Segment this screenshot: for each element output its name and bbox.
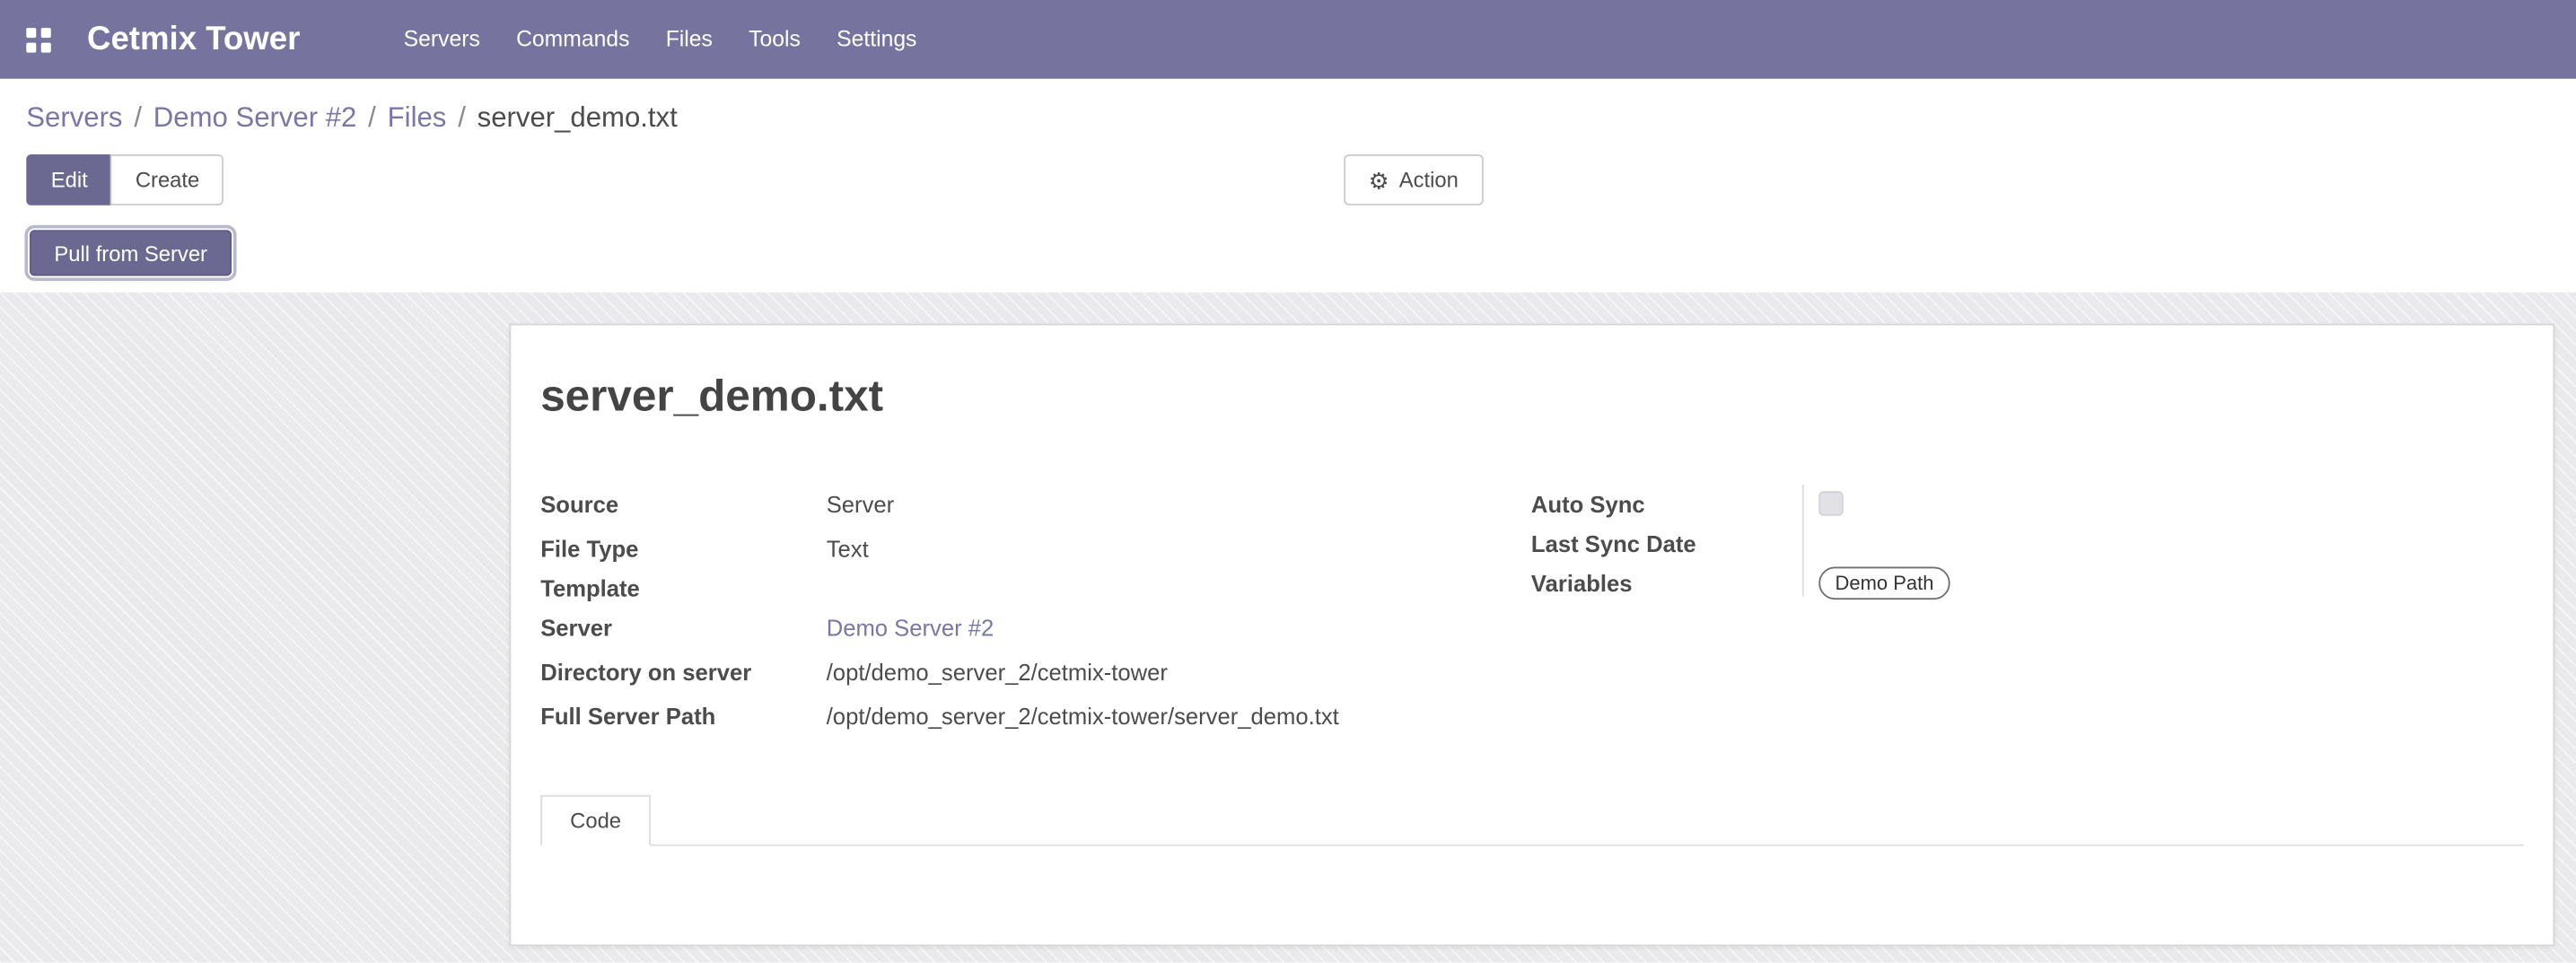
- notebook: Code: [540, 795, 2523, 945]
- nav-menu-servers[interactable]: Servers: [386, 0, 498, 79]
- field-label-file-type: File Type: [540, 535, 826, 561]
- field-label-full-path: Full Server Path: [540, 702, 826, 728]
- field-row-server: Server Demo Server #2: [540, 605, 1531, 649]
- field-row-full-path: Full Server Path /opt/demo_server_2/cetm…: [540, 693, 1531, 737]
- create-button[interactable]: Create: [110, 154, 223, 206]
- field-value-full-path: /opt/demo_server_2/cetmix-tower/server_d…: [827, 702, 1339, 728]
- field-row-last-sync-date: Last Sync Date: [1531, 526, 2524, 560]
- breadcrumb-link-servers[interactable]: Servers: [26, 101, 122, 133]
- apps-grid-icon[interactable]: [26, 27, 50, 51]
- field-value-source: Server: [827, 490, 894, 516]
- field-row-auto-sync: Auto Sync: [1531, 481, 2524, 525]
- breadcrumb-separator: /: [134, 101, 142, 133]
- nav-menu-tools[interactable]: Tools: [731, 0, 819, 79]
- field-value-server-link[interactable]: Demo Server #2: [827, 614, 994, 640]
- field-row-directory: Directory on server /opt/demo_server_2/c…: [540, 649, 1531, 693]
- top-navbar: Cetmix Tower Servers Commands Files Tool…: [0, 0, 2576, 79]
- field-label-last-sync-date: Last Sync Date: [1531, 530, 1818, 556]
- object-buttons-row: Pull from Server: [26, 230, 2549, 279]
- control-panel-buttons: Edit Create ⚙ Action: [26, 154, 2549, 206]
- action-button-label: Action: [1399, 168, 1459, 192]
- field-grid: Source Server File Type Text Template Se…: [540, 481, 2523, 738]
- field-row-source: Source Server: [540, 481, 1531, 525]
- edit-button[interactable]: Edit: [26, 154, 112, 206]
- tab-code[interactable]: Code: [540, 795, 651, 846]
- form-sheet: server_demo.txt Source Server File Type …: [509, 324, 2554, 947]
- screen: Cetmix Tower Servers Commands Files Tool…: [0, 0, 2576, 963]
- record-title: server_demo.txt: [540, 372, 2523, 423]
- field-column-right: Auto Sync Last Sync Date Variables Demo …: [1531, 481, 2524, 738]
- brand-title[interactable]: Cetmix Tower: [87, 21, 300, 58]
- field-label-auto-sync: Auto Sync: [1531, 490, 1818, 516]
- breadcrumb-link-files[interactable]: Files: [388, 101, 447, 133]
- breadcrumb-separator: /: [458, 101, 466, 133]
- main-menu: Servers Commands Files Tools Settings: [386, 0, 935, 79]
- edit-create-button-group: Edit Create: [26, 154, 223, 206]
- control-panel: Servers / Demo Server #2 / Files / server_demo…: [0, 79, 2576, 293]
- notebook-tab-header: Code: [540, 795, 2523, 846]
- pull-from-server-button[interactable]: Pull from Server: [30, 230, 232, 276]
- nav-menu-files[interactable]: Files: [648, 0, 731, 79]
- action-button[interactable]: ⚙ Action: [1344, 154, 1483, 206]
- breadcrumb-link-demo-server[interactable]: Demo Server #2: [153, 101, 357, 133]
- nav-menu-commands[interactable]: Commands: [498, 0, 648, 79]
- field-value-directory: /opt/demo_server_2/cetmix-tower: [827, 658, 1168, 684]
- breadcrumb: Servers / Demo Server #2 / Files / server_demo…: [26, 99, 2549, 138]
- gear-icon: ⚙: [1369, 169, 1389, 192]
- field-label-server: Server: [540, 614, 826, 640]
- field-row-template: Template: [540, 570, 1531, 604]
- form-view-background: server_demo.txt Source Server File Type …: [0, 293, 2576, 963]
- field-value-file-type: Text: [827, 535, 869, 561]
- auto-sync-checkbox[interactable]: [1818, 491, 1843, 515]
- field-label-template: Template: [540, 574, 826, 600]
- breadcrumb-current: server_demo.txt: [478, 101, 678, 133]
- field-row-variables: Variables Demo Path: [1531, 560, 2524, 604]
- field-label-directory: Directory on server: [540, 658, 826, 684]
- tab-code-content: [540, 846, 2523, 945]
- field-divider: [1802, 485, 1804, 596]
- field-row-file-type: File Type Text: [540, 526, 1531, 570]
- nav-menu-settings[interactable]: Settings: [819, 0, 935, 79]
- breadcrumb-separator: /: [368, 101, 376, 133]
- variable-tag-demo-path: Demo Path: [1818, 566, 1950, 600]
- field-label-source: Source: [540, 490, 826, 516]
- field-column-left: Source Server File Type Text Template Se…: [540, 481, 1531, 738]
- field-label-variables: Variables: [1531, 569, 1818, 595]
